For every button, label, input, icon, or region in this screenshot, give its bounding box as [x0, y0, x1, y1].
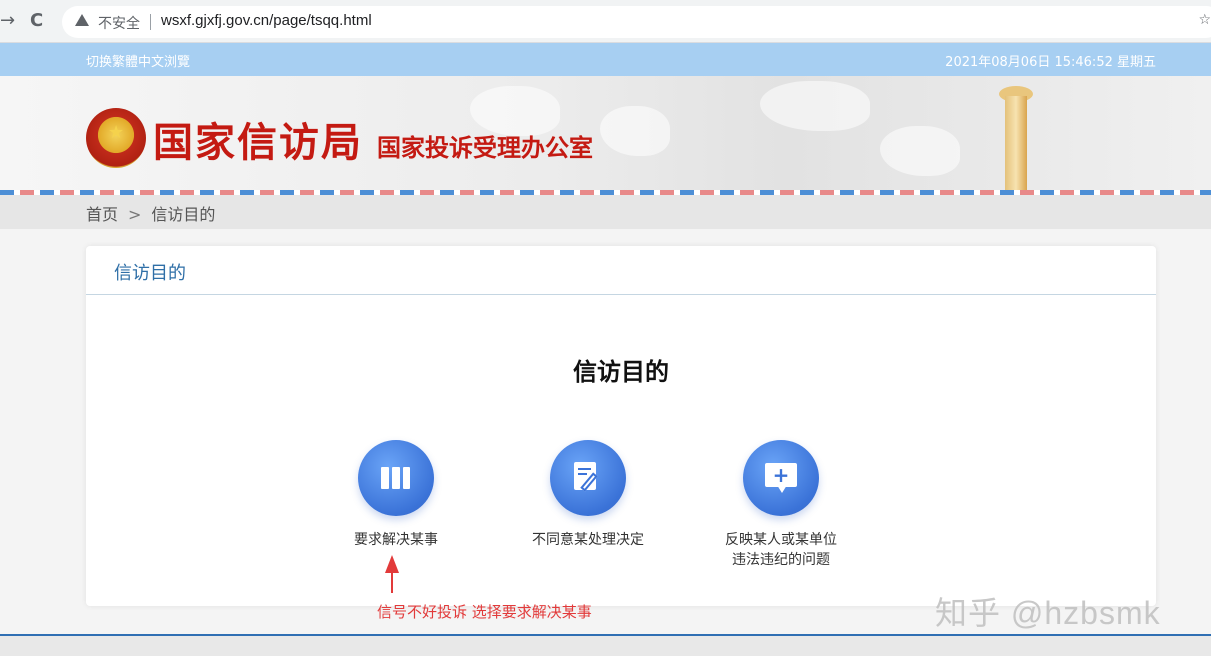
star-icon: ★ — [108, 122, 125, 143]
breadcrumb-separator: > — [128, 205, 142, 224]
security-label[interactable]: 不安全 — [98, 13, 140, 33]
breadcrumb-home[interactable]: 首页 — [86, 205, 118, 224]
pillar-body — [1005, 96, 1027, 190]
option-button[interactable] — [358, 440, 434, 516]
breadcrumb-current: 信访目的 — [151, 205, 216, 224]
page-title: 信访目的 — [573, 358, 669, 386]
datetime-display: 2021年08月06日 15:46:52 星期五 — [945, 55, 1156, 70]
dove-decoration — [600, 106, 670, 156]
option-disagree-decision[interactable]: 不同意某处理决定 — [498, 440, 678, 550]
annotation-text: 信号不好投诉 选择要求解决某事 — [377, 603, 592, 621]
edit-document-icon — [574, 462, 602, 492]
option-label-line[interactable]: 违法违纪的问题 — [691, 550, 871, 570]
warning-icon[interactable] — [75, 14, 89, 26]
option-button[interactable]: + — [743, 440, 819, 516]
address-bar[interactable]: 不安全 wsxf.gjxfj.gov.cn/page/tsqq.html — [62, 6, 1211, 38]
separator — [150, 14, 151, 30]
url-text[interactable]: wsxf.gjxfj.gov.cn/page/tsqq.html — [161, 12, 372, 29]
chat-plus-icon: + — [765, 463, 797, 493]
forward-icon[interactable]: → — [0, 11, 15, 31]
breadcrumb-bar: 首页 > 信访目的 — [0, 195, 1211, 229]
footer-area — [0, 636, 1211, 656]
site-banner: ★ 国家信访局 国家投诉受理办公室 — [0, 76, 1211, 190]
breadcrumb: 首页 > 信访目的 — [86, 201, 215, 225]
annotation-arrow-icon — [385, 555, 399, 595]
purpose-card: 信访目的 信访目的 要求解决某事 不同意某处理决定 + 反映某人或某单位 违法违… — [86, 246, 1156, 606]
option-button[interactable] — [550, 440, 626, 516]
option-label[interactable]: 不同意某处理决定 — [498, 530, 678, 550]
option-label[interactable]: 要求解决某事 — [306, 530, 486, 550]
books-icon — [381, 467, 411, 489]
huabiao-pillar-image — [985, 76, 1045, 190]
bookmark-star-icon[interactable]: ☆ — [1198, 12, 1211, 28]
option-label-line[interactable]: 要求解决某事 — [306, 530, 486, 550]
browser-toolbar: → C 不安全 wsxf.gjxfj.gov.cn/page/tsqq.html… — [0, 0, 1211, 43]
option-label[interactable]: 反映某人或某单位 违法违纪的问题 — [691, 530, 871, 570]
national-emblem-icon: ★ — [86, 108, 146, 168]
reload-icon[interactable]: C — [30, 11, 43, 31]
dove-decoration — [760, 81, 870, 131]
switch-language-link[interactable]: 切换繁體中文浏覽 — [86, 51, 190, 70]
top-info-strip: 切换繁體中文浏覽 2021年08月06日 15:46:52 星期五 — [0, 43, 1211, 76]
site-subtitle: 国家投诉受理办公室 — [377, 134, 593, 162]
card-header-title: 信访目的 — [114, 263, 186, 284]
site-title[interactable]: 国家信访局 — [153, 110, 363, 168]
card-header: 信访目的 — [86, 246, 1156, 295]
option-report-violation[interactable]: + 反映某人或某单位 违法违纪的问题 — [691, 440, 871, 570]
option-label-line[interactable]: 不同意某处理决定 — [498, 530, 678, 550]
watermark: 知乎 @hzbsmk — [935, 595, 1161, 631]
option-label-line[interactable]: 反映某人或某单位 — [691, 530, 871, 550]
dove-decoration — [880, 126, 960, 176]
option-resolve-matter[interactable]: 要求解决某事 — [306, 440, 486, 550]
